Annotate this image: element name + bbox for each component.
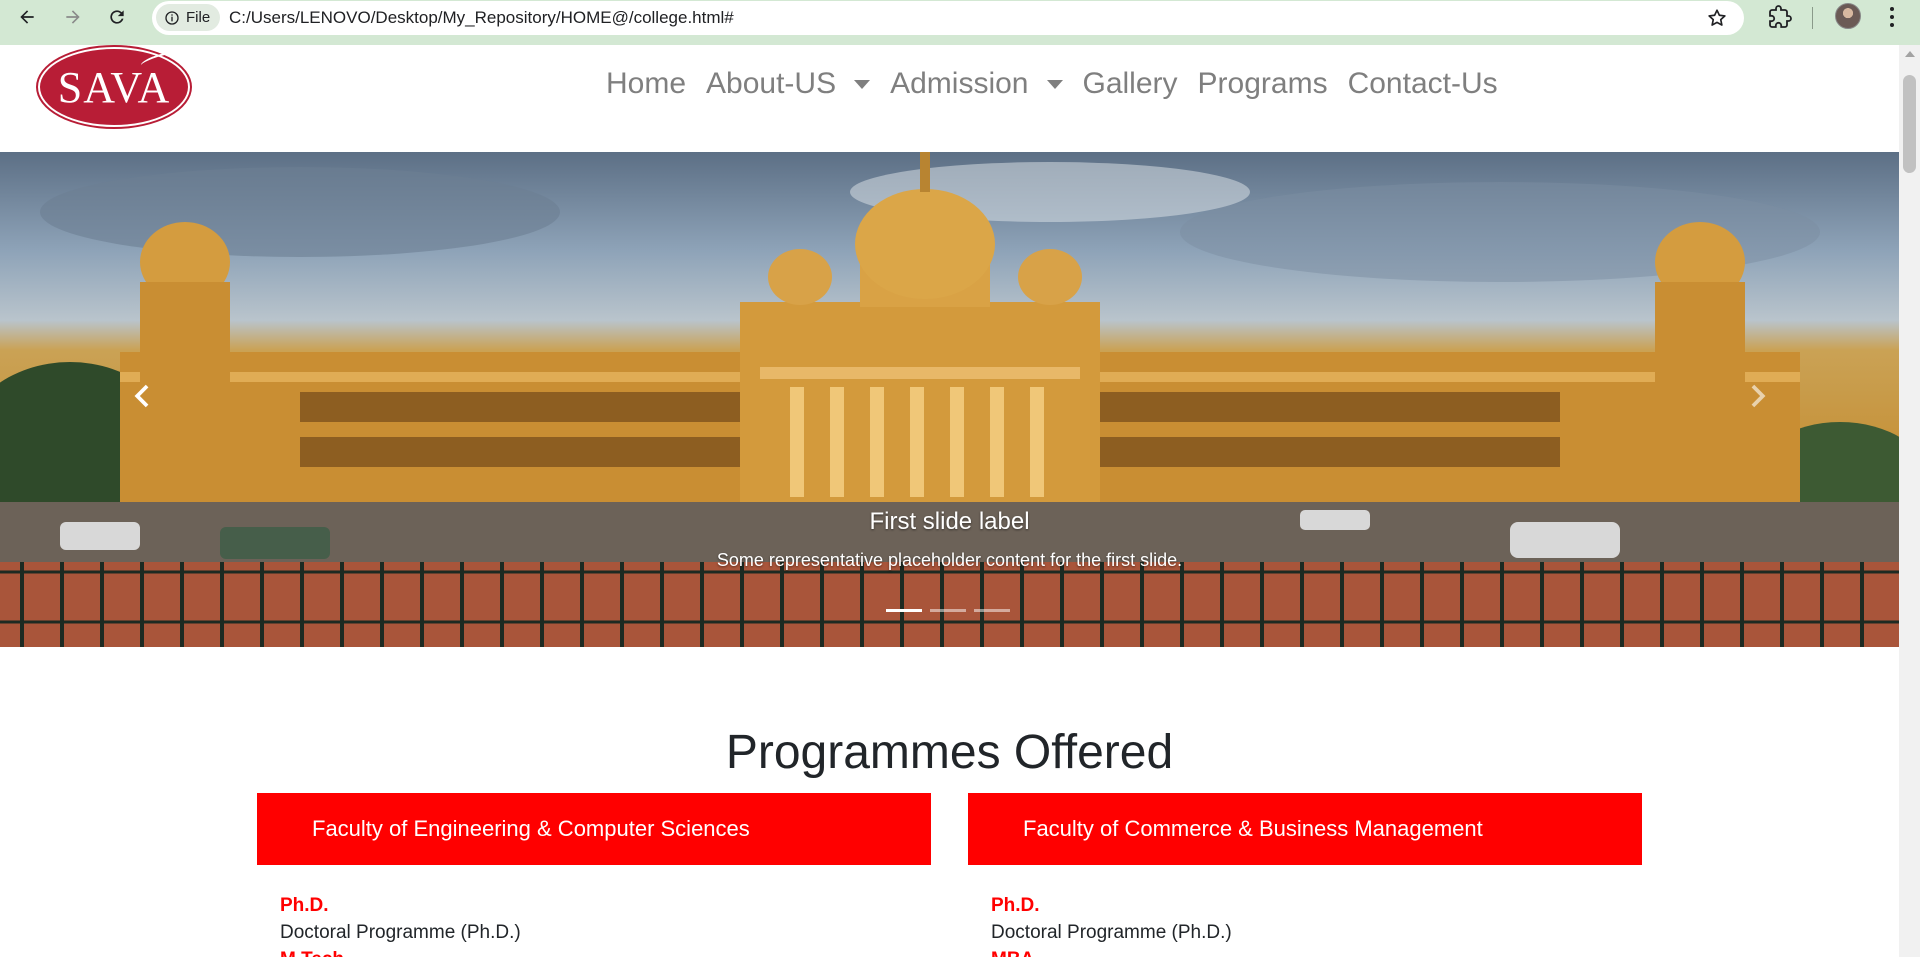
nav-gallery-label: Gallery bbox=[1082, 67, 1178, 100]
carousel-slide-image bbox=[0, 152, 1899, 647]
reload-button[interactable] bbox=[99, 0, 135, 33]
hero-carousel: First slide label Some representative pl… bbox=[0, 152, 1899, 647]
nav-about-us[interactable]: About-US bbox=[696, 67, 880, 101]
faculty-header: Faculty of Commerce & Business Managemen… bbox=[968, 793, 1642, 865]
page-viewport: SAVA Home About-US Admission Gallery Pro… bbox=[0, 45, 1920, 957]
site-navbar: SAVA Home About-US Admission Gallery Pro… bbox=[0, 45, 1899, 152]
nav-home-label: Home bbox=[606, 67, 687, 100]
scrollbar-thumb[interactable] bbox=[1903, 75, 1916, 173]
program-name: Doctoral Programme (Ph.D.) bbox=[280, 922, 521, 943]
slide-caption-text: Some representative placeholder content … bbox=[716, 550, 1183, 570]
forward-button[interactable] bbox=[55, 0, 91, 33]
nav-programs[interactable]: Programs bbox=[1188, 67, 1338, 101]
carousel-indicator-2[interactable] bbox=[930, 609, 966, 612]
nav-contact-us-label: Contact-Us bbox=[1347, 67, 1498, 100]
carousel-prev-button[interactable] bbox=[123, 376, 163, 416]
nav-admission[interactable]: Admission bbox=[880, 67, 1072, 101]
site-logo[interactable]: SAVA bbox=[38, 47, 190, 127]
chevron-left-icon bbox=[134, 384, 149, 408]
nav-about-us-label: About-US bbox=[706, 67, 837, 100]
reload-icon bbox=[110, 9, 124, 24]
faculty-card-engineering: Faculty of Engineering & Computer Scienc… bbox=[257, 793, 931, 957]
program-name: Doctoral Programme (Ph.D.) bbox=[991, 922, 1232, 943]
site-chip-label: File bbox=[186, 9, 211, 26]
page-scrollbar[interactable] bbox=[1899, 45, 1920, 957]
extensions-icon[interactable] bbox=[1768, 5, 1792, 29]
browser-toolbar: File C:/Users/LENOVO/Desktop/My_Reposito… bbox=[0, 0, 1920, 45]
carousel-indicator-1[interactable] bbox=[886, 609, 922, 612]
main-nav: Home About-US Admission Gallery Programs… bbox=[596, 67, 1508, 101]
logo-text: SAVA bbox=[57, 62, 171, 112]
bookmark-star-icon[interactable] bbox=[1706, 7, 1728, 29]
caret-down-icon bbox=[854, 79, 871, 89]
chevron-right-icon bbox=[1751, 384, 1766, 408]
program-level: MBA bbox=[991, 947, 1642, 957]
carousel-indicator-3[interactable] bbox=[974, 609, 1010, 612]
program-level: Ph.D. bbox=[280, 895, 329, 916]
nav-programs-label: Programs bbox=[1197, 67, 1328, 100]
faculty-program-list: Ph.D. Doctoral Programme (Ph.D.) M.Tech bbox=[257, 865, 931, 957]
nav-gallery[interactable]: Gallery bbox=[1073, 67, 1188, 101]
address-bar[interactable]: File C:/Users/LENOVO/Desktop/My_Reposito… bbox=[152, 1, 1744, 35]
scroll-up-arrow-icon[interactable] bbox=[1905, 51, 1915, 57]
arrow-right-icon bbox=[66, 9, 80, 24]
program-level: M.Tech bbox=[280, 947, 931, 957]
toolbar-divider bbox=[1812, 7, 1813, 29]
nav-admission-label: Admission bbox=[890, 67, 1029, 100]
carousel-indicators bbox=[886, 609, 1010, 612]
faculty-header: Faculty of Engineering & Computer Scienc… bbox=[257, 793, 931, 865]
site-info-chip[interactable]: File bbox=[156, 4, 221, 31]
programmes-heading: Programmes Offered bbox=[725, 726, 1174, 779]
info-icon bbox=[165, 10, 179, 25]
back-button[interactable] bbox=[9, 0, 45, 33]
caret-down-icon bbox=[1046, 79, 1063, 89]
nav-home[interactable]: Home bbox=[596, 67, 696, 101]
browser-menu-button[interactable] bbox=[1885, 5, 1899, 29]
slide-caption-title: First slide label bbox=[869, 508, 1030, 535]
carousel-next-button[interactable] bbox=[1737, 376, 1777, 416]
program-level: Ph.D. bbox=[991, 895, 1040, 916]
faculty-card-commerce: Faculty of Commerce & Business Managemen… bbox=[968, 793, 1642, 957]
faculty-program-list: Ph.D. Doctoral Programme (Ph.D.) MBA bbox=[968, 865, 1642, 957]
url-text: C:/Users/LENOVO/Desktop/My_Repository/HO… bbox=[229, 8, 734, 27]
arrow-left-icon bbox=[20, 9, 34, 24]
nav-contact-us[interactable]: Contact-Us bbox=[1338, 67, 1508, 101]
profile-avatar[interactable] bbox=[1835, 3, 1861, 29]
